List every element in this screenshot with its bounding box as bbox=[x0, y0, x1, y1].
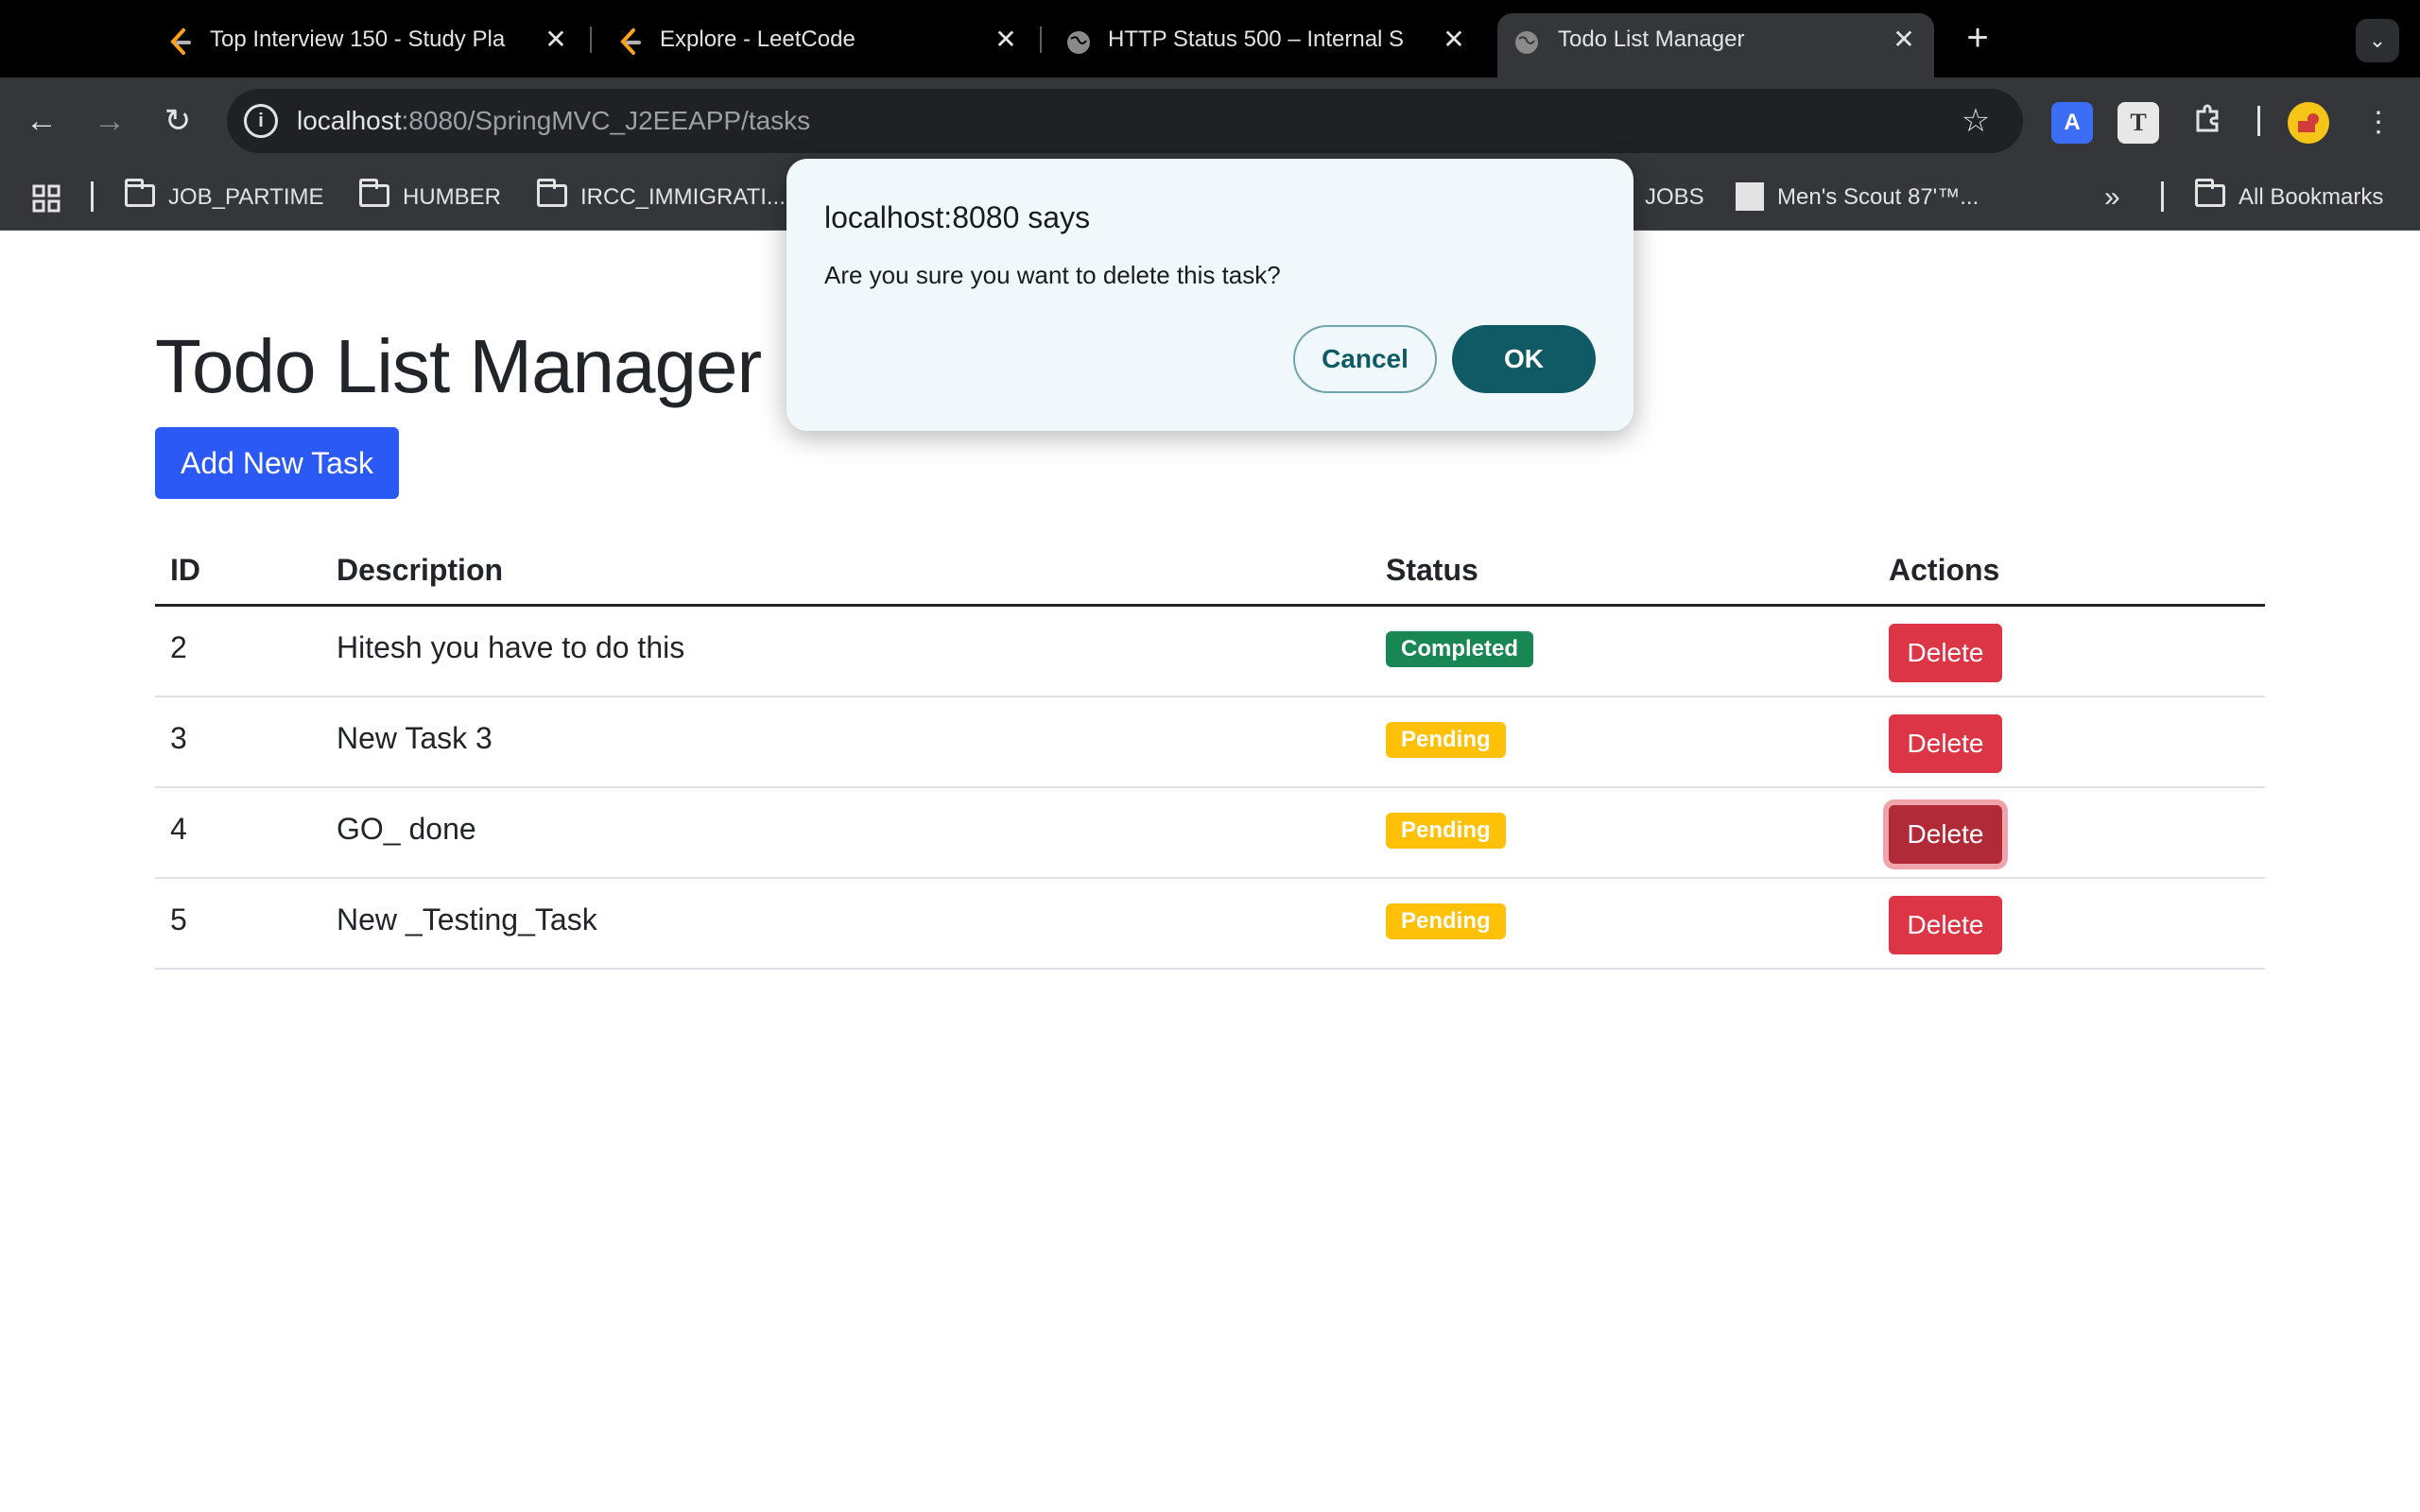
bookmark-jobs[interactable]: JOBS bbox=[1645, 164, 1704, 231]
table-row: 5 New _Testing_Task Pending Delete bbox=[155, 879, 2265, 970]
folder-icon bbox=[2195, 178, 2225, 207]
task-description: New Task 3 bbox=[337, 721, 493, 755]
status-badge: Pending bbox=[1386, 813, 1506, 849]
delete-button[interactable]: Delete bbox=[1889, 896, 2002, 954]
profile-avatar[interactable] bbox=[2288, 102, 2329, 144]
browser-menu-icon[interactable]: ⋮ bbox=[2358, 102, 2399, 144]
task-id: 3 bbox=[170, 721, 187, 755]
more-bookmarks-chevron-icon[interactable]: » bbox=[2104, 164, 2120, 231]
cancel-button[interactable]: Cancel bbox=[1293, 325, 1437, 393]
bookmarks-separator bbox=[2161, 181, 2164, 212]
status-badge: Pending bbox=[1386, 903, 1506, 939]
tasks-table: ID Description Status Actions 2 Hitesh y… bbox=[155, 533, 2265, 970]
url-host: localhost bbox=[297, 106, 402, 135]
table-header: ID Description Status Actions bbox=[155, 533, 2265, 607]
bookmark-label: Men's Scout 87'™... bbox=[1777, 184, 1979, 210]
globe-icon bbox=[1512, 28, 1541, 57]
bookmark-label: JOB_PARTIME bbox=[168, 184, 324, 210]
task-description: New _Testing_Task bbox=[337, 902, 597, 936]
dialog-title: localhost:8080 says bbox=[824, 200, 1091, 234]
task-description: Hitesh you have to do this bbox=[337, 630, 685, 664]
delete-button[interactable]: Delete bbox=[1889, 624, 2002, 682]
url-text[interactable]: localhost:8080/SpringMVC_J2EEAPP/tasks bbox=[297, 89, 810, 153]
leetcode-icon bbox=[616, 28, 645, 57]
tab-search-chevron-icon[interactable]: ⌄ bbox=[2356, 19, 2399, 62]
forward-arrow-icon[interactable]: → bbox=[87, 98, 132, 144]
ok-button[interactable]: OK bbox=[1452, 325, 1596, 393]
confirm-dialog: localhost:8080 says Are you sure you wan… bbox=[786, 159, 1634, 431]
task-id: 4 bbox=[170, 812, 187, 846]
tab-title: Top Interview 150 - Study Pla bbox=[210, 26, 506, 52]
reload-icon[interactable]: ↻ bbox=[155, 98, 200, 144]
header-id: ID bbox=[170, 553, 200, 587]
new-tab-button[interactable]: + bbox=[1957, 19, 1998, 60]
close-tab-icon[interactable]: ✕ bbox=[1889, 25, 1919, 55]
folder-icon bbox=[359, 178, 389, 207]
tab-separator bbox=[590, 26, 592, 53]
task-description: GO_ done bbox=[337, 812, 476, 846]
bookmark-label: HUMBER bbox=[403, 184, 502, 210]
table-row: 2 Hitesh you have to do this Completed D… bbox=[155, 607, 2265, 697]
leetcode-icon bbox=[166, 28, 195, 57]
tab-title: HTTP Status 500 – Internal S bbox=[1108, 26, 1405, 52]
delete-button[interactable]: Delete bbox=[1889, 714, 2002, 773]
tab-http-500[interactable]: HTTP Status 500 – Internal S ✕ bbox=[1064, 13, 1480, 77]
bookmark-star-icon[interactable]: ☆ bbox=[1957, 102, 1995, 140]
bookmark-mens-scout[interactable]: Men's Scout 87'™... bbox=[1736, 164, 1979, 231]
status-badge: Pending bbox=[1386, 722, 1506, 758]
address-bar[interactable]: i localhost:8080/SpringMVC_J2EEAPP/tasks… bbox=[227, 89, 2023, 153]
dialog-message: Are you sure you want to delete this tas… bbox=[824, 261, 1281, 289]
translate-extension-icon[interactable]: A bbox=[2051, 102, 2093, 144]
bookmark-label: IRCC_IMMIGRATI... bbox=[580, 184, 786, 210]
header-description: Description bbox=[337, 553, 504, 587]
tab-todo-list-manager[interactable]: Todo List Manager ✕ bbox=[1497, 13, 1934, 77]
close-tab-icon[interactable]: ✕ bbox=[991, 25, 1021, 55]
table-row: 3 New Task 3 Pending Delete bbox=[155, 697, 2265, 788]
tab-separator bbox=[1040, 26, 1042, 53]
close-tab-icon[interactable]: ✕ bbox=[541, 25, 571, 55]
header-actions: Actions bbox=[1889, 553, 2000, 587]
close-tab-icon[interactable]: ✕ bbox=[1439, 25, 1469, 55]
bookmark-humber[interactable]: HUMBER bbox=[359, 164, 501, 231]
tab-title: Todo List Manager bbox=[1558, 26, 1745, 52]
bookmarks-separator bbox=[91, 181, 94, 212]
header-status: Status bbox=[1386, 553, 1478, 587]
bookmark-label: All Bookmarks bbox=[2238, 184, 2384, 210]
text-extension-icon[interactable]: T bbox=[2118, 102, 2159, 144]
extensions-puzzle-icon[interactable] bbox=[2187, 102, 2229, 144]
bookmark-ircc[interactable]: IRCC_IMMIGRATI... bbox=[537, 164, 786, 231]
task-id: 2 bbox=[170, 630, 187, 664]
back-arrow-icon[interactable]: ← bbox=[19, 98, 64, 144]
bookmark-job-partime[interactable]: JOB_PARTIME bbox=[125, 164, 323, 231]
status-badge: Completed bbox=[1386, 631, 1534, 667]
folder-icon bbox=[537, 178, 567, 207]
delete-button[interactable]: Delete bbox=[1889, 805, 2002, 864]
bookmark-all-bookmarks[interactable]: All Bookmarks bbox=[2195, 164, 2383, 231]
tab-title: Explore - LeetCode bbox=[660, 26, 856, 52]
site-icon bbox=[1736, 181, 1764, 211]
folder-icon bbox=[125, 178, 155, 207]
site-info-icon[interactable]: i bbox=[244, 104, 278, 138]
bookmark-label: JOBS bbox=[1645, 184, 1704, 210]
toolbar-separator bbox=[2257, 106, 2260, 136]
browser-tab-strip: Top Interview 150 - Study Pla ✕ Explore … bbox=[0, 0, 2420, 77]
tab-top-interview[interactable]: Top Interview 150 - Study Pla ✕ bbox=[166, 13, 582, 77]
apps-grid-icon[interactable] bbox=[32, 164, 60, 231]
globe-icon bbox=[1064, 28, 1093, 57]
table-row: 4 GO_ done Pending Delete bbox=[155, 788, 2265, 879]
page-title: Todo List Manager bbox=[155, 324, 762, 408]
add-new-task-button[interactable]: Add New Task bbox=[155, 427, 399, 499]
task-id: 5 bbox=[170, 902, 187, 936]
tab-explore-leetcode[interactable]: Explore - LeetCode ✕ bbox=[616, 13, 1032, 77]
url-path: :8080/SpringMVC_J2EEAPP/tasks bbox=[401, 106, 811, 135]
